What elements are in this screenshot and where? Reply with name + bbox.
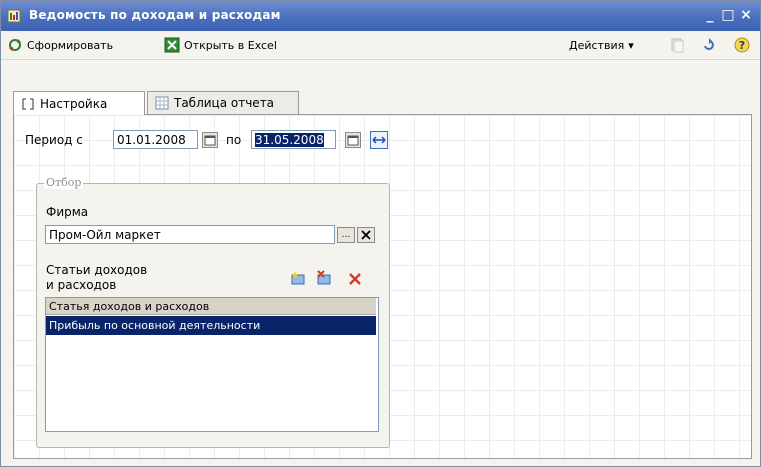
articles-list-header[interactable]: Статья доходов и расходов <box>46 298 376 315</box>
open-excel-label: Открыть в Excel <box>184 38 277 52</box>
tab-settings-label: Настройка <box>40 96 108 111</box>
refresh-button[interactable] <box>701 36 717 54</box>
remove-row-icon <box>317 270 331 285</box>
table-icon <box>155 96 169 110</box>
period-setup-button[interactable] <box>370 131 388 149</box>
help-icon: ? <box>734 37 750 53</box>
period-from-label: Период с <box>25 133 83 147</box>
chevron-down-icon: ▾ <box>628 38 634 52</box>
actions-menu[interactable]: Действия ▾ <box>569 36 634 54</box>
minimize-button[interactable]: _ <box>701 6 719 24</box>
articles-label-line1: Статьи доходов <box>46 263 148 277</box>
toolbar: Сформировать Открыть в Excel Действия ▾ <box>1 31 760 60</box>
from-calendar-button[interactable] <box>202 132 218 148</box>
maximize-button[interactable]: □ <box>719 6 737 24</box>
add-article-button[interactable] <box>289 269 307 287</box>
svg-text:?: ? <box>739 39 745 52</box>
close-button[interactable]: × <box>737 6 755 24</box>
firm-select-button[interactable]: … <box>337 227 355 243</box>
clear-articles-button[interactable] <box>347 271 363 287</box>
copy-button[interactable] <box>669 36 685 54</box>
firm-label: Фирма <box>46 205 89 219</box>
articles-list[interactable]: Статья доходов и расходов Прибыль по осн… <box>45 297 379 432</box>
period-to-value: 31.05.2008 <box>255 133 324 147</box>
ellipsis-icon: … <box>341 230 351 240</box>
period-arrows-icon <box>372 136 386 144</box>
period-from-input[interactable]: 01.01.2008 <box>113 130 198 149</box>
refresh-icon <box>704 38 714 50</box>
generate-icon <box>9 39 21 51</box>
open-excel-button[interactable]: Открыть в Excel <box>164 36 277 54</box>
copy-icon <box>671 38 684 53</box>
clear-icon <box>361 230 371 240</box>
report-window: Ведомость по доходам и расходам _ □ × Сф… <box>0 0 761 467</box>
add-row-icon <box>291 271 305 285</box>
articles-label-line2: и расходов <box>46 278 117 292</box>
period-to-label: по <box>226 133 242 147</box>
tab-report-table[interactable]: Таблица отчета <box>147 91 299 114</box>
generate-label: Сформировать <box>27 38 114 52</box>
remove-article-button[interactable] <box>315 269 333 287</box>
help-button[interactable]: ? <box>734 36 750 54</box>
calendar-icon <box>204 135 216 146</box>
calendar-icon <box>347 135 359 146</box>
title-bar[interactable]: Ведомость по доходам и расходам _ □ × <box>1 1 760 31</box>
firm-input[interactable]: Пром-Ойл маркет <box>45 225 335 244</box>
delete-icon <box>349 273 361 285</box>
to-calendar-button[interactable] <box>345 132 361 148</box>
filter-group-title: Отбор <box>44 176 84 189</box>
firm-clear-button[interactable] <box>357 227 375 243</box>
settings-tab-icon <box>22 97 34 110</box>
actions-label: Действия <box>569 38 625 52</box>
generate-button[interactable]: Сформировать <box>7 36 113 54</box>
tab-report-table-label: Таблица отчета <box>174 96 275 110</box>
report-icon <box>7 9 21 23</box>
tab-settings[interactable]: Настройка <box>13 91 145 115</box>
window-title: Ведомость по доходам и расходам <box>29 8 281 22</box>
excel-icon <box>164 37 180 53</box>
list-item[interactable]: Прибыль по основной деятельности <box>46 316 376 335</box>
period-to-input[interactable]: 31.05.2008 <box>251 130 336 149</box>
